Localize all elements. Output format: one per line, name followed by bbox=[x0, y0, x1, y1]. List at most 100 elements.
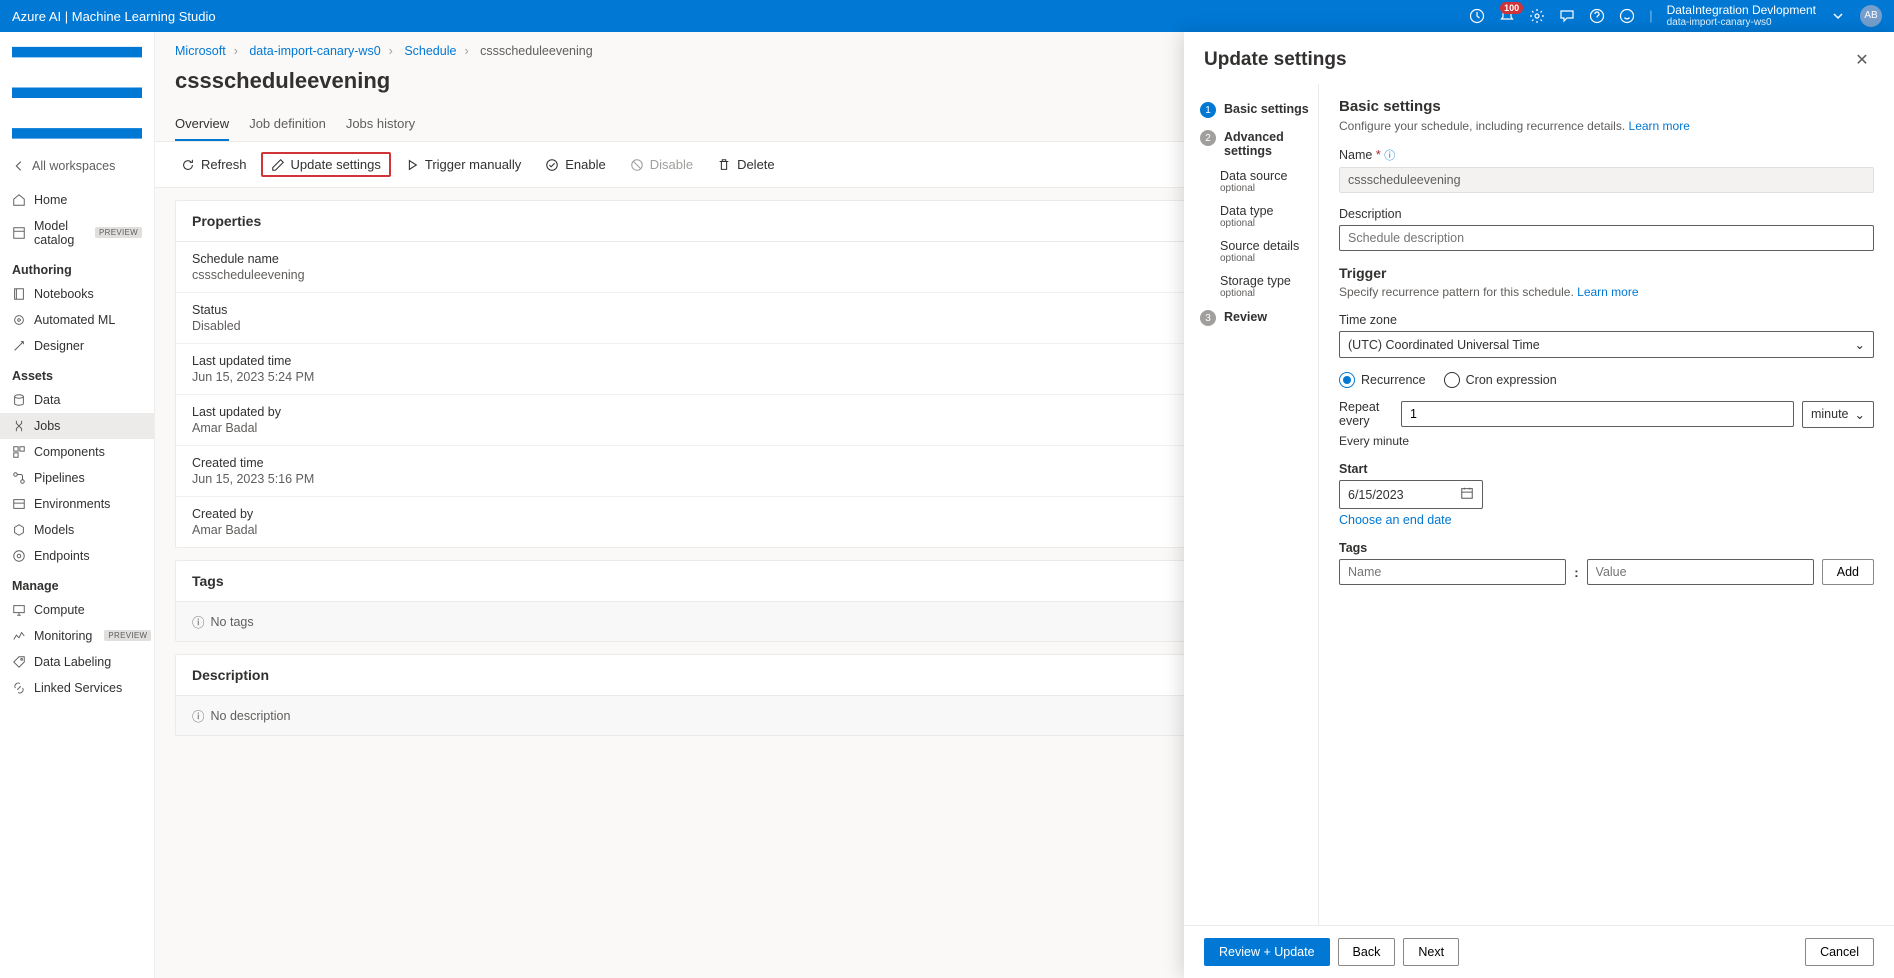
sidebar-item-designer[interactable]: Designer bbox=[0, 333, 154, 359]
sidebar-item-pipelines[interactable]: Pipelines bbox=[0, 465, 154, 491]
sidebar-item-jobs[interactable]: Jobs bbox=[0, 413, 154, 439]
breadcrumb-l4: cssscheduleevening bbox=[480, 44, 593, 58]
learn-more-link[interactable]: Learn more bbox=[1629, 119, 1690, 133]
info-icon[interactable]: ⓘ bbox=[1384, 150, 1395, 162]
tag-name-input[interactable] bbox=[1339, 559, 1566, 585]
home-icon bbox=[12, 193, 26, 207]
name-input bbox=[1339, 167, 1874, 193]
block-icon bbox=[630, 158, 644, 172]
sidebar-item-data[interactable]: Data bbox=[0, 387, 154, 413]
smiley-icon[interactable] bbox=[1619, 8, 1635, 24]
trigger-manually-button[interactable]: Trigger manually bbox=[395, 152, 531, 177]
repeat-unit-select[interactable]: minute ⌄ bbox=[1802, 401, 1874, 428]
sidebar-item-endpoints[interactable]: Endpoints bbox=[0, 543, 154, 569]
clock-icon[interactable] bbox=[1469, 8, 1485, 24]
repeat-value-input[interactable] bbox=[1401, 401, 1794, 427]
sidebar-item-models[interactable]: Models bbox=[0, 517, 154, 543]
sidebar-section-assets: Assets bbox=[0, 359, 154, 387]
refresh-button[interactable]: Refresh bbox=[171, 152, 257, 177]
update-settings-panel: Update settings ✕ 1Basic settings 2Advan… bbox=[1184, 32, 1894, 978]
catalog-icon bbox=[12, 226, 26, 240]
close-icon[interactable]: ✕ bbox=[1850, 48, 1874, 72]
substep-data-type[interactable]: Data typeoptional bbox=[1220, 199, 1318, 234]
play-icon bbox=[405, 158, 419, 172]
sidebar-item-components[interactable]: Components bbox=[0, 439, 154, 465]
info-icon: ⓘ bbox=[192, 706, 205, 725]
review-update-button[interactable]: Review + Update bbox=[1204, 938, 1330, 966]
info-icon: ⓘ bbox=[192, 612, 205, 631]
tab-job-definition[interactable]: Job definition bbox=[249, 108, 326, 141]
back-button[interactable]: Back bbox=[1338, 938, 1396, 966]
help-icon[interactable] bbox=[1589, 8, 1605, 24]
jobs-icon bbox=[12, 419, 26, 433]
breadcrumb-l1[interactable]: Microsoft bbox=[175, 44, 226, 58]
sidebar-item-home[interactable]: Home bbox=[0, 187, 154, 213]
form-heading: Basic settings bbox=[1339, 98, 1874, 115]
monitoring-icon bbox=[12, 629, 26, 643]
radio-recurrence[interactable]: Recurrence bbox=[1339, 372, 1426, 388]
choose-end-date-link[interactable]: Choose an end date bbox=[1339, 513, 1452, 527]
avatar[interactable]: AB bbox=[1860, 5, 1882, 27]
notification-badge: 100 bbox=[1500, 2, 1523, 14]
sidebar-item-monitoring[interactable]: MonitoringPREVIEW bbox=[0, 623, 154, 649]
update-settings-button[interactable]: Update settings bbox=[261, 152, 391, 177]
sidebar-item-model-catalog[interactable]: Model catalogPREVIEW bbox=[0, 213, 154, 253]
link-icon bbox=[12, 681, 26, 695]
step-review[interactable]: 3Review bbox=[1196, 304, 1318, 332]
add-tag-button[interactable]: Add bbox=[1822, 559, 1874, 585]
description-input[interactable] bbox=[1339, 225, 1874, 251]
notebook-icon bbox=[12, 287, 26, 301]
check-circle-icon bbox=[545, 158, 559, 172]
breadcrumb-l3[interactable]: Schedule bbox=[404, 44, 456, 58]
disable-button: Disable bbox=[620, 152, 703, 177]
substep-storage-type[interactable]: Storage typeoptional bbox=[1220, 269, 1318, 304]
trigger-subheading: Specify recurrence pattern for this sche… bbox=[1339, 285, 1874, 299]
step-basic-settings[interactable]: 1Basic settings bbox=[1196, 96, 1318, 124]
substep-source-details[interactable]: Source detailsoptional bbox=[1220, 234, 1318, 269]
sidebar-item-automl[interactable]: Automated ML bbox=[0, 307, 154, 333]
endpoints-icon bbox=[12, 549, 26, 563]
sidebar-item-data-labeling[interactable]: Data Labeling bbox=[0, 649, 154, 675]
cancel-button[interactable]: Cancel bbox=[1805, 938, 1874, 966]
breadcrumb-l2[interactable]: data-import-canary-ws0 bbox=[249, 44, 380, 58]
repeat-every-label: Repeat every bbox=[1339, 400, 1393, 428]
sidebar-section-authoring: Authoring bbox=[0, 253, 154, 281]
feedback-icon[interactable] bbox=[1559, 8, 1575, 24]
components-icon bbox=[12, 445, 26, 459]
substep-data-source[interactable]: Data sourceoptional bbox=[1220, 164, 1318, 199]
sidebar-item-linked-services[interactable]: Linked Services bbox=[0, 675, 154, 701]
timezone-select[interactable]: (UTC) Coordinated Universal Time⌄ bbox=[1339, 331, 1874, 358]
trigger-heading: Trigger bbox=[1339, 265, 1874, 281]
trash-icon bbox=[717, 158, 731, 172]
repeat-hint: Every minute bbox=[1339, 434, 1874, 448]
chevron-down-icon: ⌄ bbox=[1855, 337, 1865, 352]
tag-value-input[interactable] bbox=[1587, 559, 1814, 585]
start-label: Start bbox=[1339, 462, 1874, 476]
step-advanced-settings[interactable]: 2Advanced settings bbox=[1196, 124, 1318, 164]
chevron-down-icon[interactable] bbox=[1830, 8, 1846, 24]
radio-cron[interactable]: Cron expression bbox=[1444, 372, 1557, 388]
next-button[interactable]: Next bbox=[1403, 938, 1459, 966]
pipelines-icon bbox=[12, 471, 26, 485]
delete-button[interactable]: Delete bbox=[707, 152, 785, 177]
app-title: Azure AI | Machine Learning Studio bbox=[12, 9, 216, 24]
sidebar-item-compute[interactable]: Compute bbox=[0, 597, 154, 623]
panel-title: Update settings bbox=[1204, 49, 1347, 71]
sidebar-item-environments[interactable]: Environments bbox=[0, 491, 154, 517]
timezone-label: Time zone bbox=[1339, 313, 1874, 327]
environments-icon bbox=[12, 497, 26, 511]
compute-icon bbox=[12, 603, 26, 617]
tab-jobs-history[interactable]: Jobs history bbox=[346, 108, 415, 141]
notifications-icon[interactable]: 100 bbox=[1499, 8, 1515, 24]
settings-icon[interactable] bbox=[1529, 8, 1545, 24]
start-date-input[interactable]: 6/15/2023 bbox=[1339, 480, 1483, 509]
back-all-workspaces[interactable]: All workspaces bbox=[0, 153, 154, 179]
pencil-icon bbox=[271, 158, 285, 172]
sidebar-item-notebooks[interactable]: Notebooks bbox=[0, 281, 154, 307]
refresh-icon bbox=[181, 158, 195, 172]
hamburger-icon[interactable] bbox=[0, 40, 154, 153]
learn-more-link-2[interactable]: Learn more bbox=[1577, 285, 1638, 299]
tenant-switcher[interactable]: DataIntegration Devlopment data-import-c… bbox=[1667, 3, 1816, 29]
enable-button[interactable]: Enable bbox=[535, 152, 615, 177]
tab-overview[interactable]: Overview bbox=[175, 108, 229, 141]
